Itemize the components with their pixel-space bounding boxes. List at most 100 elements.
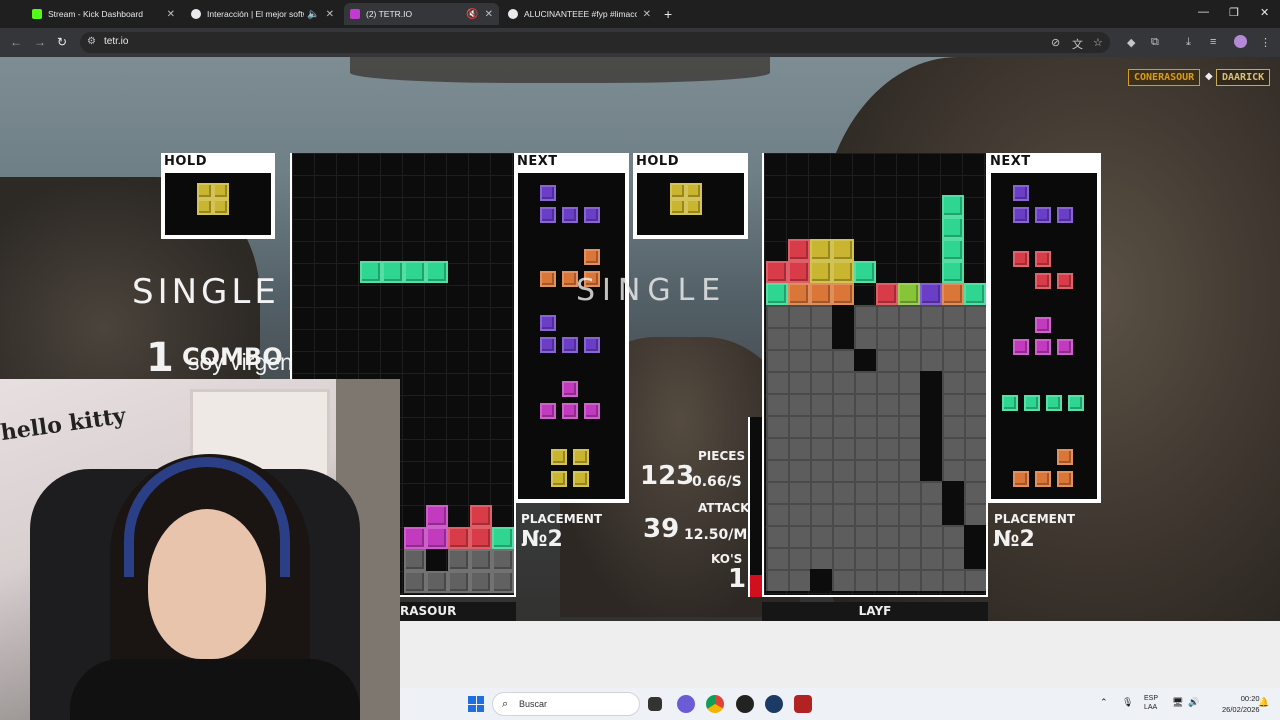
garbage-meter-fill xyxy=(750,575,762,597)
kos-value: 1 xyxy=(728,564,747,594)
address-bar[interactable]: ⚙ tetr.io xyxy=(80,32,1110,53)
player-name-left: RASOUR xyxy=(400,602,516,621)
pieces-rate: 0.66/S xyxy=(692,474,742,490)
close-icon[interactable]: ✕ xyxy=(643,9,651,20)
camera-off-icon[interactable]: ⊘ xyxy=(1051,36,1060,49)
close-icon[interactable]: ✕ xyxy=(167,9,175,20)
board-block xyxy=(766,283,788,305)
kick-icon xyxy=(32,9,42,19)
steam-icon[interactable] xyxy=(765,695,783,713)
next-block xyxy=(1035,207,1051,223)
tab-tetrio[interactable]: (2) TETR.IO 🔇 ✕ xyxy=(344,3,499,25)
next-block xyxy=(551,449,567,465)
task-view-icon[interactable] xyxy=(648,697,662,711)
garbage-hole xyxy=(832,305,854,349)
site-settings-icon[interactable]: ⚙ xyxy=(87,36,96,47)
page-lower-strip xyxy=(400,621,1280,697)
board-block xyxy=(810,239,832,261)
windows-start-icon[interactable] xyxy=(468,696,484,712)
microphone-icon[interactable]: 🎙 xyxy=(1122,697,1133,708)
board-block xyxy=(788,283,810,305)
chrome-icon[interactable] xyxy=(706,695,724,713)
board-block xyxy=(898,283,920,305)
close-icon[interactable]: ✕ xyxy=(485,9,493,20)
dota-icon[interactable] xyxy=(794,695,812,713)
menu-icon[interactable]: ⋮ xyxy=(1260,36,1271,49)
next-block xyxy=(1057,273,1073,289)
next-block xyxy=(540,403,556,419)
clear-text-right: SINGLE xyxy=(576,273,728,308)
board-block xyxy=(942,261,964,283)
board-block xyxy=(942,217,964,239)
player-badge-left[interactable]: CONERASOUR xyxy=(1128,69,1201,86)
next-pieces-area xyxy=(518,173,625,499)
system-clock[interactable]: 00:20 26/02/2026 xyxy=(1222,693,1260,715)
board-block xyxy=(942,283,964,305)
next-block xyxy=(1068,395,1084,411)
next-block xyxy=(573,471,589,487)
language-indicator[interactable]: ESP LAA xyxy=(1144,694,1158,712)
board-block xyxy=(492,527,514,549)
forward-button[interactable]: → xyxy=(34,35,46,49)
profile-avatar[interactable] xyxy=(1234,35,1247,48)
next-block xyxy=(562,207,578,223)
media-control-icon[interactable]: ≡ xyxy=(1210,36,1216,48)
next-block xyxy=(562,403,578,419)
garbage-block xyxy=(492,549,514,571)
extensions-icon[interactable]: ⧉ xyxy=(1151,36,1159,49)
minimize-button[interactable]: — xyxy=(1198,6,1209,18)
next-block xyxy=(540,337,556,353)
reload-button[interactable]: ↻ xyxy=(57,35,67,49)
stream-overlay-text: soy virgen xyxy=(188,349,293,375)
new-tab-button[interactable]: + xyxy=(664,6,672,22)
board-block xyxy=(832,283,854,305)
next-queue-left: NEXT xyxy=(514,153,629,503)
obs-icon[interactable] xyxy=(736,695,754,713)
garbage-stack xyxy=(766,305,986,591)
board-block xyxy=(832,239,854,261)
bookmark-star-icon[interactable]: ☆ xyxy=(1093,36,1103,49)
falling-block xyxy=(404,261,426,283)
hold-block xyxy=(686,183,702,199)
volume-icon[interactable]: 🔊 xyxy=(1188,697,1199,708)
next-block xyxy=(1035,471,1051,487)
mute-icon[interactable]: 🔈 xyxy=(307,9,319,20)
tab-interaccion[interactable]: Interacción | El mejor softw 🔈 ✕ xyxy=(185,3,340,25)
search-placeholder: Buscar xyxy=(519,699,548,709)
close-window-button[interactable]: ✕ xyxy=(1260,6,1269,19)
falling-block xyxy=(382,261,404,283)
restore-button[interactable]: ❐ xyxy=(1229,6,1239,19)
extension-diamond-icon[interactable]: ◆ xyxy=(1127,36,1135,49)
tab-kick-dashboard[interactable]: Stream - Kick Dashboard ✕ xyxy=(26,3,181,25)
discord-icon[interactable] xyxy=(677,695,695,713)
close-icon[interactable]: ✕ xyxy=(326,9,334,20)
windows-taskbar: ⌕ Buscar ⌃ 🎙 ESP LAA 🖥 🔊 00:20 26/02/2026… xyxy=(400,688,1280,720)
diamond-icon: ◆ xyxy=(1205,71,1213,82)
board-block xyxy=(448,527,470,549)
next-block xyxy=(551,471,567,487)
hold-block xyxy=(197,199,213,215)
webcam-person-face xyxy=(148,509,266,659)
board-block xyxy=(766,261,788,283)
next-block xyxy=(1035,339,1051,355)
garbage-block xyxy=(470,571,492,593)
next-block xyxy=(1035,251,1051,267)
notification-bell-icon[interactable]: 🔔 xyxy=(1258,697,1269,708)
mute-icon[interactable]: 🔇 xyxy=(466,9,478,20)
garbage-block xyxy=(470,549,492,571)
chevron-up-icon[interactable]: ⌃ xyxy=(1100,697,1108,708)
garbage-block xyxy=(492,571,514,593)
hold-piece-area xyxy=(165,173,271,235)
player-badge-right[interactable]: DAARICK xyxy=(1216,69,1271,86)
tab-tiktok[interactable]: ALUCINANTEEE #fyp #limaco | ✕ xyxy=(502,3,657,25)
taskbar-search[interactable]: ⌕ Buscar xyxy=(492,692,640,716)
download-icon[interactable]: ⤓ xyxy=(1186,36,1191,49)
network-icon[interactable]: 🖥 xyxy=(1172,697,1183,708)
hold-block xyxy=(213,199,229,215)
translate-icon[interactable]: 文 xyxy=(1072,36,1083,52)
back-button[interactable]: ← xyxy=(10,35,22,49)
next-block xyxy=(540,207,556,223)
board-block xyxy=(964,283,986,305)
next-block xyxy=(1013,185,1029,201)
garbage-hole xyxy=(964,525,986,569)
